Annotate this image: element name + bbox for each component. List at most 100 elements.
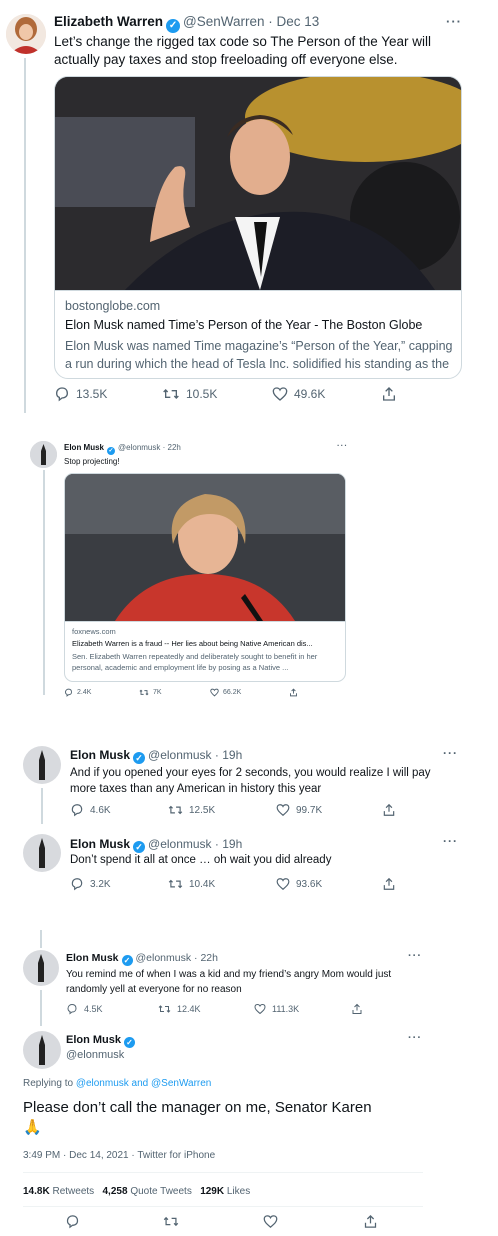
- reply-icon: [65, 688, 72, 697]
- main-text: Please don’t call the manager on me, Sen…: [23, 1099, 372, 1116]
- likes-stat[interactable]: 129K Likes: [200, 1186, 250, 1197]
- reply-icon: [71, 878, 83, 891]
- more-icon[interactable]: ···: [408, 1032, 422, 1044]
- retweet-button[interactable]: [163, 1214, 179, 1229]
- more-icon[interactable]: ···: [408, 950, 422, 962]
- reply-button[interactable]: 4.5K: [66, 1003, 103, 1015]
- author-name[interactable]: Elizabeth Warren: [54, 14, 163, 29]
- author-handle[interactable]: @elonmusk: [66, 1049, 124, 1061]
- author-handle[interactable]: @elonmusk: [118, 443, 160, 452]
- share-button[interactable]: [381, 386, 397, 402]
- reply-button[interactable]: 4.6K: [70, 803, 111, 817]
- action-bar: 4.5K 12.4K 111.3K: [66, 1003, 376, 1017]
- avatar[interactable]: [6, 14, 46, 54]
- tweet-timestamp[interactable]: 3:49 PM · Dec 14, 2021 · Twitter for iPh…: [23, 1150, 215, 1161]
- thread-line: [40, 930, 42, 948]
- card-title: Elizabeth Warren is a fraud -- Her lies …: [72, 639, 313, 648]
- replying-to: Replying to @elonmusk and @SenWarren: [23, 1078, 211, 1089]
- author-handle[interactable]: @elonmusk: [136, 952, 192, 964]
- retweet-button[interactable]: 10.5K: [162, 386, 217, 402]
- share-icon: [383, 803, 395, 816]
- heart-icon: [263, 1215, 278, 1228]
- verified-icon: ✓: [124, 1037, 136, 1048]
- link-card[interactable]: foxnews.com Elizabeth Warren is a fraud …: [64, 473, 346, 682]
- reply-button[interactable]: 13.5K: [54, 386, 107, 402]
- retweet-icon: [139, 689, 149, 696]
- reply-count: 2.4K: [77, 689, 92, 696]
- share-button[interactable]: [363, 1214, 378, 1229]
- verified-icon: ✓: [107, 447, 116, 455]
- tweet-date[interactable]: · 22h: [194, 952, 218, 964]
- tweet-text: Please don’t call the manager on me, Sen…: [23, 1098, 423, 1138]
- author-name[interactable]: Elon Musk: [66, 1034, 121, 1046]
- more-icon[interactable]: ···: [337, 441, 348, 450]
- avatar[interactable]: [23, 950, 59, 986]
- retweet-button[interactable]: 12.5K: [168, 803, 215, 817]
- card-image: [65, 474, 345, 621]
- author-name[interactable]: Elon Musk: [70, 837, 130, 851]
- retweet-button[interactable]: 7K: [139, 688, 162, 697]
- avatar[interactable]: [23, 1031, 61, 1069]
- action-bar: 13.5K 10.5K 49.6K: [54, 386, 454, 406]
- retweet-count: 10.5K: [186, 387, 218, 401]
- author-name[interactable]: Elon Musk: [70, 748, 130, 762]
- action-bar: 2.4K 7K 66.2K: [64, 688, 344, 700]
- author-handle[interactable]: @elonmusk: [148, 748, 212, 762]
- retweet-button[interactable]: 12.4K: [158, 1003, 201, 1015]
- thread-line: [43, 470, 45, 695]
- more-icon[interactable]: ···: [443, 746, 458, 760]
- retweet-count: 7K: [153, 689, 162, 696]
- share-icon: [383, 877, 395, 890]
- retweet-count: 12.4K: [177, 1004, 201, 1014]
- more-icon[interactable]: ···: [446, 14, 462, 29]
- retweet-icon: [168, 805, 183, 815]
- author-handle[interactable]: @elonmusk: [148, 837, 212, 851]
- like-count: 111.3K: [272, 1004, 300, 1014]
- reply-button[interactable]: [65, 1214, 80, 1229]
- reply-button[interactable]: 3.2K: [70, 877, 111, 891]
- card-domain: foxnews.com: [72, 627, 116, 636]
- tweet-text: And if you opened your eyes for 2 second…: [70, 767, 431, 795]
- author-name[interactable]: Elon Musk: [66, 952, 119, 964]
- share-button[interactable]: [351, 1003, 363, 1015]
- replying-to-users[interactable]: @elonmusk and @SenWarren: [76, 1078, 212, 1089]
- engagement-stats: 14.8K Retweets 4,258 Quote Tweets 129K L…: [23, 1186, 250, 1197]
- action-bar: 3.2K 10.4K 93.6K: [70, 877, 410, 893]
- reply-count: 3.2K: [90, 878, 111, 890]
- avatar[interactable]: [23, 834, 61, 872]
- share-button[interactable]: [382, 877, 396, 891]
- like-button[interactable]: 66.2K: [210, 688, 241, 697]
- reply-button[interactable]: 2.4K: [64, 688, 91, 697]
- avatar[interactable]: [30, 441, 57, 468]
- author-handle[interactable]: @SenWarren: [183, 14, 264, 29]
- more-icon[interactable]: ···: [443, 834, 458, 848]
- retweets-stat[interactable]: 14.8K Retweets: [23, 1186, 94, 1197]
- tweet-date[interactable]: · Dec 13: [268, 14, 319, 29]
- like-button[interactable]: 111.3K: [254, 1003, 299, 1015]
- reply-icon: [67, 1003, 77, 1015]
- retweet-button[interactable]: 10.4K: [168, 877, 215, 891]
- tweet-date[interactable]: · 19h: [215, 748, 242, 762]
- reply-count: 4.5K: [84, 1004, 103, 1014]
- like-button[interactable]: 93.6K: [276, 877, 322, 891]
- share-button[interactable]: [289, 688, 298, 697]
- share-button[interactable]: [382, 803, 396, 817]
- reply-count: 4.6K: [90, 804, 111, 816]
- like-count: 49.6K: [294, 387, 326, 401]
- heart-icon: [276, 804, 290, 817]
- retweet-count: 10.4K: [189, 878, 216, 890]
- like-button[interactable]: 49.6K: [272, 386, 325, 402]
- like-button[interactable]: 99.7K: [276, 803, 322, 817]
- link-card[interactable]: bostonglobe.com Elon Musk named Time’s P…: [54, 76, 462, 379]
- quotes-stat[interactable]: 4,258 Quote Tweets: [103, 1186, 192, 1197]
- card-description: Sen. Elizabeth Warren repeatedly and del…: [72, 652, 318, 672]
- like-button[interactable]: [263, 1214, 278, 1229]
- tweet-date[interactable]: · 19h: [215, 837, 242, 851]
- like-count: 93.6K: [296, 878, 323, 890]
- reply-icon: [55, 387, 69, 402]
- tweet-date[interactable]: · 22h: [163, 443, 181, 452]
- avatar[interactable]: [23, 746, 61, 784]
- thread-line: [24, 58, 26, 413]
- share-icon: [364, 1214, 377, 1228]
- author-name[interactable]: Elon Musk: [64, 443, 104, 452]
